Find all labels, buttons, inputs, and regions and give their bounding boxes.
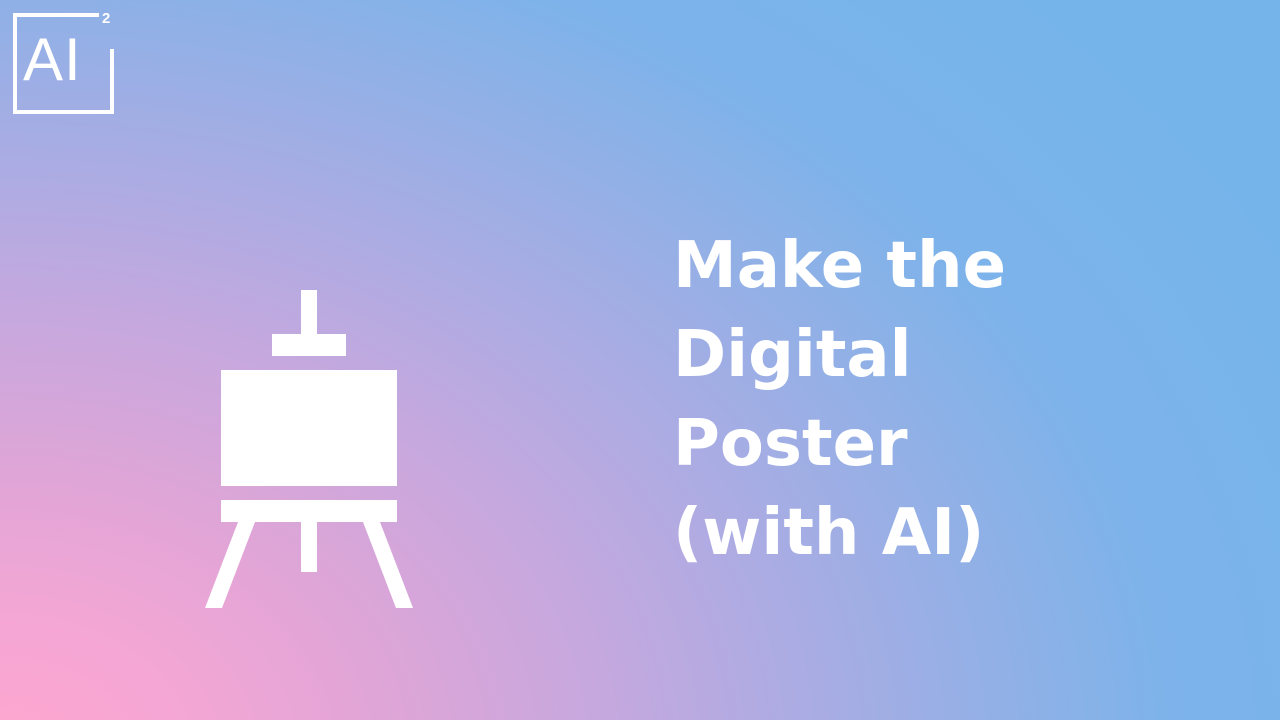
logo-superscript: 2 bbox=[102, 10, 111, 27]
headline-line-2: Digital bbox=[673, 318, 912, 392]
headline-line-4: (with AI) bbox=[673, 496, 985, 570]
headline-line-3: Poster bbox=[673, 407, 908, 481]
logo-text: AI bbox=[23, 26, 82, 93]
easel-icon bbox=[200, 286, 420, 616]
headline-line-1: Make the bbox=[673, 229, 1006, 303]
headline: Make the Digital Poster (with AI) bbox=[673, 222, 1233, 578]
